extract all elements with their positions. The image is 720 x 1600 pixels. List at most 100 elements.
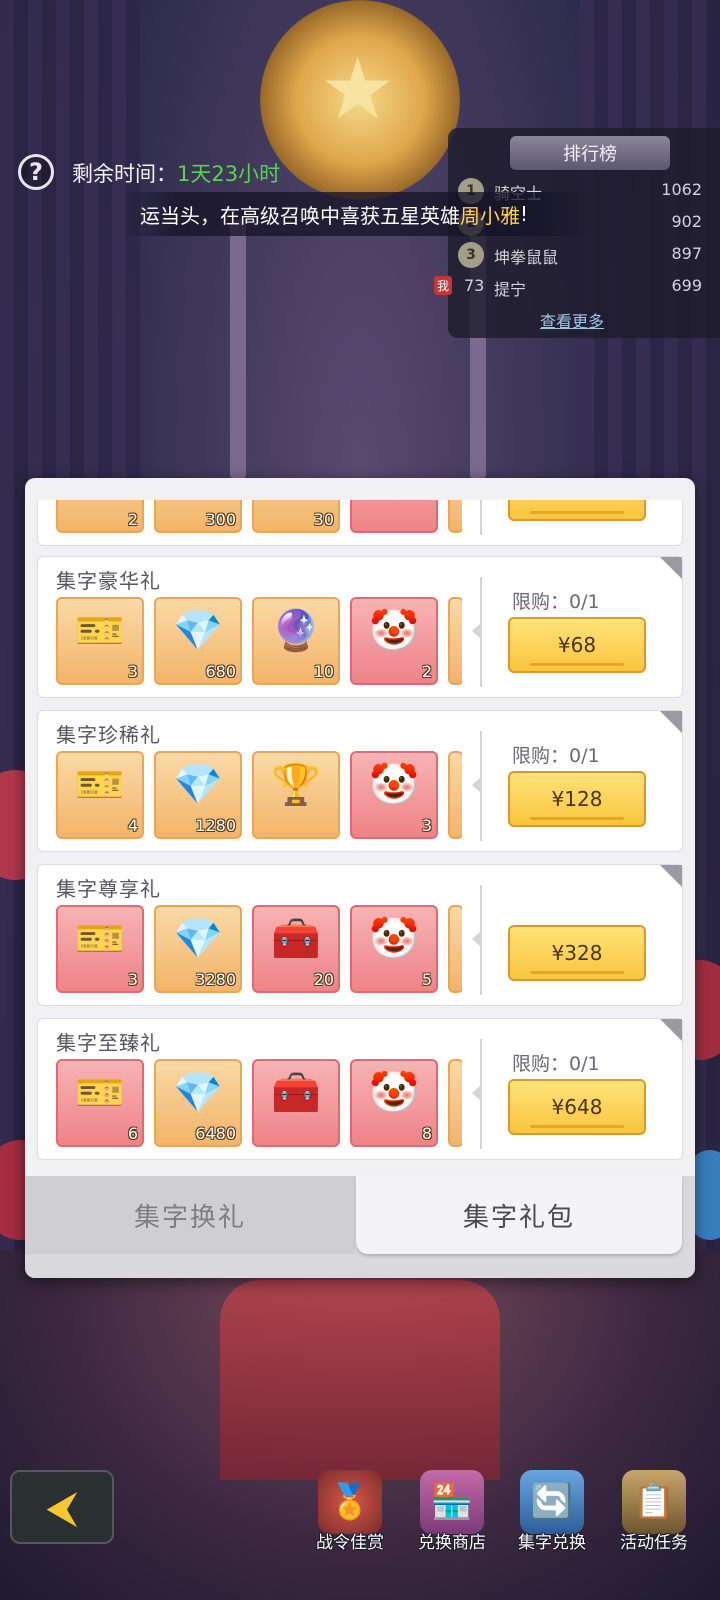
ticket-icon[interactable]: 🎫 3 — [56, 597, 144, 685]
divider-arrow-icon — [472, 777, 481, 793]
ticket-icon[interactable]: 🎫 3 — [56, 905, 144, 993]
more-items-edge — [448, 751, 462, 839]
gem-chest-icon[interactable]: 🏆 — [252, 751, 340, 839]
purchase-limit: 限购：0/1 — [512, 1053, 600, 1075]
item-count: 6 — [127, 1124, 138, 1143]
more-items-edge — [448, 500, 462, 533]
gift-title: 集字尊享礼 — [56, 877, 161, 901]
item-count: 3280 — [195, 970, 236, 989]
red-chest-icon[interactable]: 🧰 20 — [252, 905, 340, 993]
gift-items: 🎫 3 💎 680 🔮 10 🤡 2 — [56, 597, 462, 689]
item-count: 30 — [313, 510, 334, 529]
divider-arrow-icon — [472, 1085, 481, 1101]
view-more-link[interactable]: 查看更多 — [540, 308, 604, 332]
task-icon: 📋 — [622, 1470, 686, 1534]
gift-items: 🎫 6 💎 6480 🧰 🤡 8 — [56, 1059, 462, 1151]
diamond-icon[interactable]: 💎 680 — [154, 597, 242, 685]
item-count: 10 — [313, 662, 334, 681]
more-items-edge — [448, 905, 462, 993]
gift-row: 集字珍稀礼 🎫 4 💎 1280 🏆 🤡 3 限购：0/1 ¥128 — [37, 710, 683, 852]
medal-icon: 🏅 — [318, 1470, 382, 1534]
rank-score: 699 — [671, 276, 702, 295]
red-chest-icon[interactable]: 🧰 — [252, 1059, 340, 1147]
buy-button[interactable]: ¥128 — [508, 771, 646, 827]
nav-event-tasks[interactable]: 📋 活动任务 — [604, 1466, 704, 1586]
dialog-tab-bar: 集字换礼 集字礼包 — [25, 1176, 695, 1278]
ticker-hero-name: 周小雅 — [460, 203, 520, 228]
hero-chest-icon[interactable]: 🤡 8 — [350, 1059, 438, 1147]
diamond-icon[interactable]: 💎 1280 — [154, 751, 242, 839]
rank-score: 1062 — [661, 180, 702, 199]
hero-chest-icon[interactable]: 🤡 3 — [350, 751, 438, 839]
diamond-icon[interactable]: 💎 3280 — [154, 905, 242, 993]
gift-row: 🎫2 💎300 📜30 🎁 — [37, 500, 683, 546]
item-count: 3 — [127, 662, 138, 681]
more-items-edge — [448, 1059, 462, 1147]
gift-items: 🎫2 💎300 📜30 🎁 — [56, 500, 462, 537]
item-count: 1280 — [195, 816, 236, 835]
item-count: 5 — [421, 970, 432, 989]
diamond-icon[interactable]: 💎 6480 — [154, 1059, 242, 1147]
chest-icon[interactable]: 🎁 — [350, 500, 438, 533]
gift-row: 集字至臻礼 🎫 6 💎 6480 🧰 🤡 8 限购：0/1 ¥648 — [37, 1018, 683, 1160]
divider-arrow-icon — [472, 931, 481, 947]
gift-list[interactable]: 🎫2 💎300 📜30 🎁 集字豪华礼 🎫3 💎680 🔮10 🤡2 — [25, 500, 695, 1176]
scroll-icon[interactable]: 📜30 — [252, 500, 340, 533]
ticket-icon[interactable]: 🎫 6 — [56, 1059, 144, 1147]
buy-button[interactable]: ¥328 — [508, 925, 646, 981]
ranking-row-me: 我 73 提宁 699 — [434, 272, 720, 302]
back-arrow-icon: ⮜ — [46, 1481, 78, 1533]
buy-button[interactable]: ¥648 — [508, 1079, 646, 1135]
tab-collect-pack[interactable]: 集字礼包 — [356, 1176, 682, 1254]
gift-pack-dialog: 🎫2 💎300 📜30 🎁 集字豪华礼 🎫3 💎680 🔮10 🤡2 — [25, 478, 695, 1278]
gift-row: 集字豪华礼 🎫 3 💎 680 🔮 10 🤡 2 限购：0/1 ¥68 — [37, 556, 683, 698]
nav-label: 战令佳赏 — [316, 1533, 384, 1553]
corner-tag-icon — [660, 1019, 682, 1041]
purchase-limit: 限购：0/1 — [512, 745, 600, 767]
buy-button[interactable] — [508, 500, 646, 521]
rank-number: 73 — [464, 276, 485, 295]
help-icon[interactable]: ? — [18, 154, 54, 190]
stage-pillar — [230, 220, 246, 480]
gift-title: 集字至臻礼 — [56, 1031, 161, 1055]
nav-exchange-shop[interactable]: 🏪 兑换商店 — [402, 1466, 502, 1586]
rank-medal-icon: 3 — [458, 242, 484, 268]
announcement-ticker: 运当头，在高级召唤中喜获五星英雄 周小雅! — [120, 192, 590, 236]
buy-button[interactable]: ¥68 — [508, 617, 646, 673]
item-count: 4 — [127, 816, 138, 835]
tab-collect-exchange[interactable]: 集字换礼 — [25, 1176, 355, 1254]
more-items-edge — [448, 597, 462, 685]
corner-tag-icon — [660, 711, 682, 733]
rank-score: 902 — [671, 212, 702, 231]
hero-chest-icon[interactable]: 🤡 5 — [350, 905, 438, 993]
ticker-end: ! — [520, 202, 529, 226]
divider-arrow-icon — [472, 623, 481, 639]
diamond-icon[interactable]: 💎300 — [154, 500, 242, 533]
hero-chest-icon[interactable]: 🤡 2 — [350, 597, 438, 685]
item-count: 8 — [421, 1124, 432, 1143]
red-carpet — [220, 1280, 500, 1480]
rank-name: 提宁 — [494, 280, 527, 299]
orb-chest-icon[interactable]: 🔮 10 — [252, 597, 340, 685]
ticket-icon[interactable]: 🎫 4 — [56, 751, 144, 839]
remaining-time: 剩余时间：1天23小时 — [72, 158, 280, 188]
item-count: 3 — [127, 970, 138, 989]
gift-row: 集字尊享礼 🎫 3 💎 3280 🧰 20 🤡 5 ¥328 — [37, 864, 683, 1006]
divider — [480, 500, 482, 535]
rank-name: 坤拳鼠鼠 — [494, 248, 559, 267]
corner-tag-icon — [660, 557, 682, 579]
sun-star-emblem — [260, 0, 460, 200]
item-count: 680 — [205, 662, 236, 681]
gift-items: 🎫 4 💎 1280 🏆 🤡 3 — [56, 751, 462, 843]
rank-score: 897 — [671, 244, 702, 263]
cards-exchange-icon: 🔄 — [520, 1470, 584, 1534]
item-count: 300 — [205, 510, 236, 529]
nav-collect-exchange[interactable]: 🔄 集字兑换 — [502, 1466, 602, 1586]
nav-battle-pass[interactable]: 🏅 战令佳赏 — [300, 1466, 400, 1586]
item-count: 20 — [313, 970, 334, 989]
gift-title: 集字珍稀礼 — [56, 723, 161, 747]
shop-icon: 🏪 — [420, 1470, 484, 1534]
back-button[interactable]: ⮜ — [10, 1470, 114, 1544]
ticket-icon[interactable]: 🎫2 — [56, 500, 144, 533]
me-tag: 我 — [434, 276, 453, 295]
